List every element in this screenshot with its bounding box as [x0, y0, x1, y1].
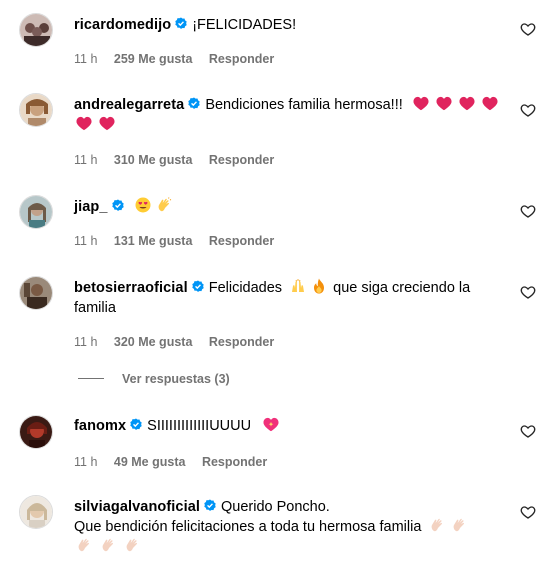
- comment-username[interactable]: jiap_: [74, 199, 108, 215]
- verified-badge-icon: [175, 17, 187, 29]
- clapping-hands-emoji: [124, 537, 140, 559]
- red-heart-emoji: [76, 116, 92, 137]
- avatar[interactable]: [19, 93, 53, 127]
- verified-badge-icon: [130, 418, 142, 430]
- comments-list: ricardomedijo ¡FELICIDADES! 11 h 259 Me g…: [0, 0, 550, 577]
- comment-text-cont: que siga creciendo la: [333, 280, 471, 296]
- comment-username[interactable]: betosierraoficial: [74, 280, 188, 296]
- comment-meta: 11 h 310 Me gusta Responder: [74, 153, 287, 167]
- comment-text: SIIIIIIIIIIIIIUUUU: [147, 418, 252, 434]
- heart-outline-icon[interactable]: [520, 203, 536, 219]
- clapping-hands-emoji: [76, 537, 92, 559]
- comment-meta: 11 h 49 Me gusta Responder: [74, 455, 280, 469]
- comment-likes[interactable]: 49 Me gusta: [114, 455, 186, 469]
- comment-username[interactable]: fanomx: [74, 418, 126, 434]
- red-heart-emoji: [482, 96, 498, 117]
- view-replies-label: Ver respuestas (3): [122, 372, 230, 386]
- reply-button[interactable]: Responder: [202, 455, 267, 469]
- clapping-hands-emoji: [429, 517, 445, 539]
- reply-button[interactable]: Responder: [209, 153, 274, 167]
- comment-likes[interactable]: 320 Me gusta: [114, 335, 193, 349]
- clapping-hands-emoji: [451, 517, 467, 539]
- comment-time: 11 h: [74, 335, 98, 349]
- avatar[interactable]: [19, 195, 53, 229]
- comment-time: 11 h: [74, 52, 98, 66]
- comment-content: silviagalvanoficial Querido Poncho.: [74, 497, 504, 517]
- reply-button[interactable]: Responder: [209, 234, 274, 248]
- heart-eyes-emoji: [135, 197, 151, 219]
- comment-username[interactable]: andrealegarreta: [74, 97, 184, 113]
- verified-badge-icon: [204, 499, 216, 511]
- comment-meta: 11 h 320 Me gusta Responder: [74, 335, 287, 349]
- comment-content-line3: [74, 537, 504, 559]
- comment-time: 11 h: [74, 455, 98, 469]
- verified-badge-icon: [192, 280, 204, 292]
- comment-text: Felicidades: [208, 280, 283, 296]
- verified-badge-icon: [111, 199, 124, 211]
- heart-outline-icon[interactable]: [520, 504, 536, 520]
- comment-content-line2: [74, 115, 504, 137]
- heart-outline-icon[interactable]: [520, 284, 536, 300]
- clapping-hands-emoji: [156, 197, 172, 219]
- comment-text: Querido Poncho.: [221, 499, 330, 515]
- avatar[interactable]: [19, 415, 53, 449]
- verified-badge-icon: [188, 97, 200, 109]
- comment-content: fanomx SIIIIIIIIIIIIIUUUU: [74, 416, 504, 438]
- comment-meta: 11 h 131 Me gusta Responder: [74, 234, 287, 248]
- comment-likes[interactable]: 259 Me gusta: [114, 52, 193, 66]
- clapping-hands-emoji: [100, 537, 116, 559]
- comment-text-cont: Que bendición felicitaciones a toda tu h…: [74, 519, 422, 535]
- comment-username[interactable]: silviagalvanoficial: [74, 499, 200, 515]
- view-replies-button[interactable]: Ver respuestas (3): [78, 372, 230, 386]
- avatar[interactable]: [19, 13, 53, 47]
- reply-button[interactable]: Responder: [209, 52, 274, 66]
- heart-outline-icon[interactable]: [520, 423, 536, 439]
- comment-username[interactable]: ricardomedijo: [74, 17, 171, 33]
- comment-text-cont: familia: [74, 300, 116, 316]
- sparkling-heart-emoji: [263, 417, 279, 438]
- red-heart-emoji: [99, 116, 115, 137]
- comment-content: jiap_: [74, 197, 504, 219]
- heart-outline-icon[interactable]: [520, 102, 536, 118]
- comment-text: ¡FELICIDADES!: [192, 17, 297, 33]
- heart-outline-icon[interactable]: [520, 21, 536, 37]
- reply-button[interactable]: Responder: [209, 335, 274, 349]
- avatar[interactable]: [19, 495, 53, 529]
- comment-text: Bendiciones familia hermosa!!!: [205, 97, 403, 113]
- comment-time: 11 h: [74, 234, 98, 248]
- red-heart-emoji: [413, 96, 429, 117]
- comment-content-line2: Que bendición felicitaciones a toda tu h…: [74, 517, 504, 539]
- fire-emoji: [312, 278, 326, 300]
- comment-meta: 11 h 259 Me gusta Responder: [74, 52, 287, 66]
- replies-divider: [78, 378, 104, 379]
- avatar[interactable]: [19, 276, 53, 310]
- comment-content: ricardomedijo ¡FELICIDADES!: [74, 15, 504, 35]
- red-heart-emoji: [459, 96, 475, 117]
- comment-content: betosierraoficial Felicidades que siga cr…: [74, 278, 504, 300]
- comment-likes[interactable]: 310 Me gusta: [114, 153, 193, 167]
- comment-likes[interactable]: 131 Me gusta: [114, 234, 193, 248]
- red-heart-emoji: [436, 96, 452, 117]
- comment-content-line2: familia: [74, 298, 504, 318]
- comment-time: 11 h: [74, 153, 98, 167]
- comment-content: andrealegarreta Bendiciones familia hermo…: [74, 95, 504, 117]
- raised-hands-emoji: [290, 278, 306, 300]
